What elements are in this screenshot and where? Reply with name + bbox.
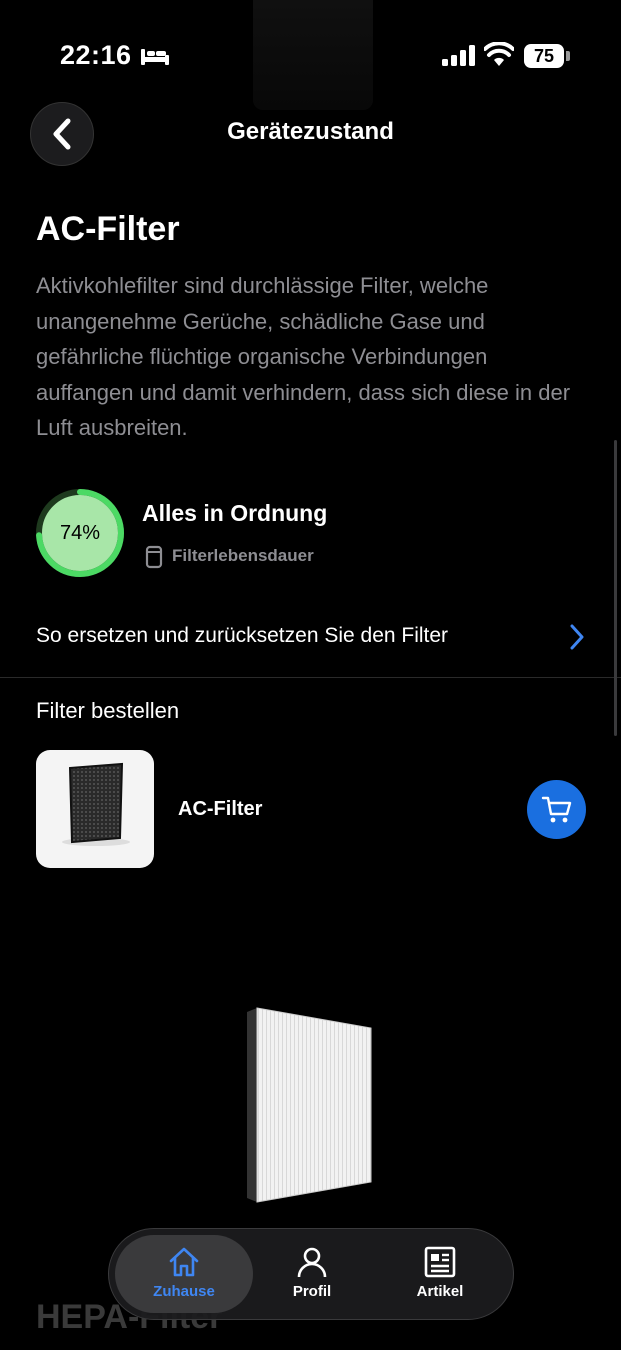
- ac-filter-product-image[interactable]: [36, 750, 154, 868]
- chevron-right-icon: [570, 624, 584, 650]
- wifi-icon: [484, 42, 514, 66]
- cellular-signal-icon: [442, 45, 475, 66]
- product-name: AC-Filter: [178, 798, 263, 820]
- filter-life-percent: 74%: [59, 521, 101, 544]
- shopping-cart-icon: [541, 796, 571, 822]
- battery-tip: [566, 51, 570, 61]
- sleep-focus-icon: [141, 49, 169, 65]
- tab-label: Profil: [292, 1283, 332, 1300]
- filter-title: AC-Filter: [36, 210, 180, 248]
- tab-label: Zuhause: [153, 1283, 215, 1300]
- article-icon: [424, 1246, 456, 1278]
- status-bar: 22:16 75: [0, 0, 621, 110]
- replace-filter-link[interactable]: So ersetzen und zurücksetzen Sie den Fil…: [0, 600, 621, 676]
- tab-profil[interactable]: Profil: [243, 1235, 381, 1313]
- tab-label: Artikel: [416, 1283, 464, 1300]
- bottom-tab-bar: Zuhause Profil Artikel: [108, 1228, 514, 1320]
- tab-artikel[interactable]: Artikel: [371, 1235, 509, 1313]
- order-section-title: Filter bestellen: [36, 698, 180, 723]
- replace-filter-label: So ersetzen und zurücksetzen Sie den Fil…: [36, 624, 449, 647]
- tab-zuhause[interactable]: Zuhause: [115, 1235, 253, 1313]
- carbon-filter-image: [62, 762, 130, 846]
- battery-indicator: 75: [524, 44, 564, 68]
- hepa-filter-image: [247, 1007, 372, 1203]
- status-time: 22:16: [60, 40, 132, 70]
- person-icon: [297, 1247, 327, 1278]
- filter-cylinder-icon: [145, 545, 163, 569]
- filter-life-label: Filterlebensdauer: [172, 546, 314, 565]
- scrollbar[interactable]: [614, 440, 617, 736]
- home-icon: [169, 1247, 199, 1277]
- filter-status: Alles in Ordnung: [142, 500, 328, 526]
- add-to-cart-button[interactable]: [527, 780, 586, 839]
- camera-notch: [253, 0, 373, 110]
- divider: [0, 677, 621, 678]
- filter-description: Aktivkohlefilter sind durchlässige Filte…: [36, 273, 571, 440]
- page-title: Gerätezustand: [227, 118, 394, 145]
